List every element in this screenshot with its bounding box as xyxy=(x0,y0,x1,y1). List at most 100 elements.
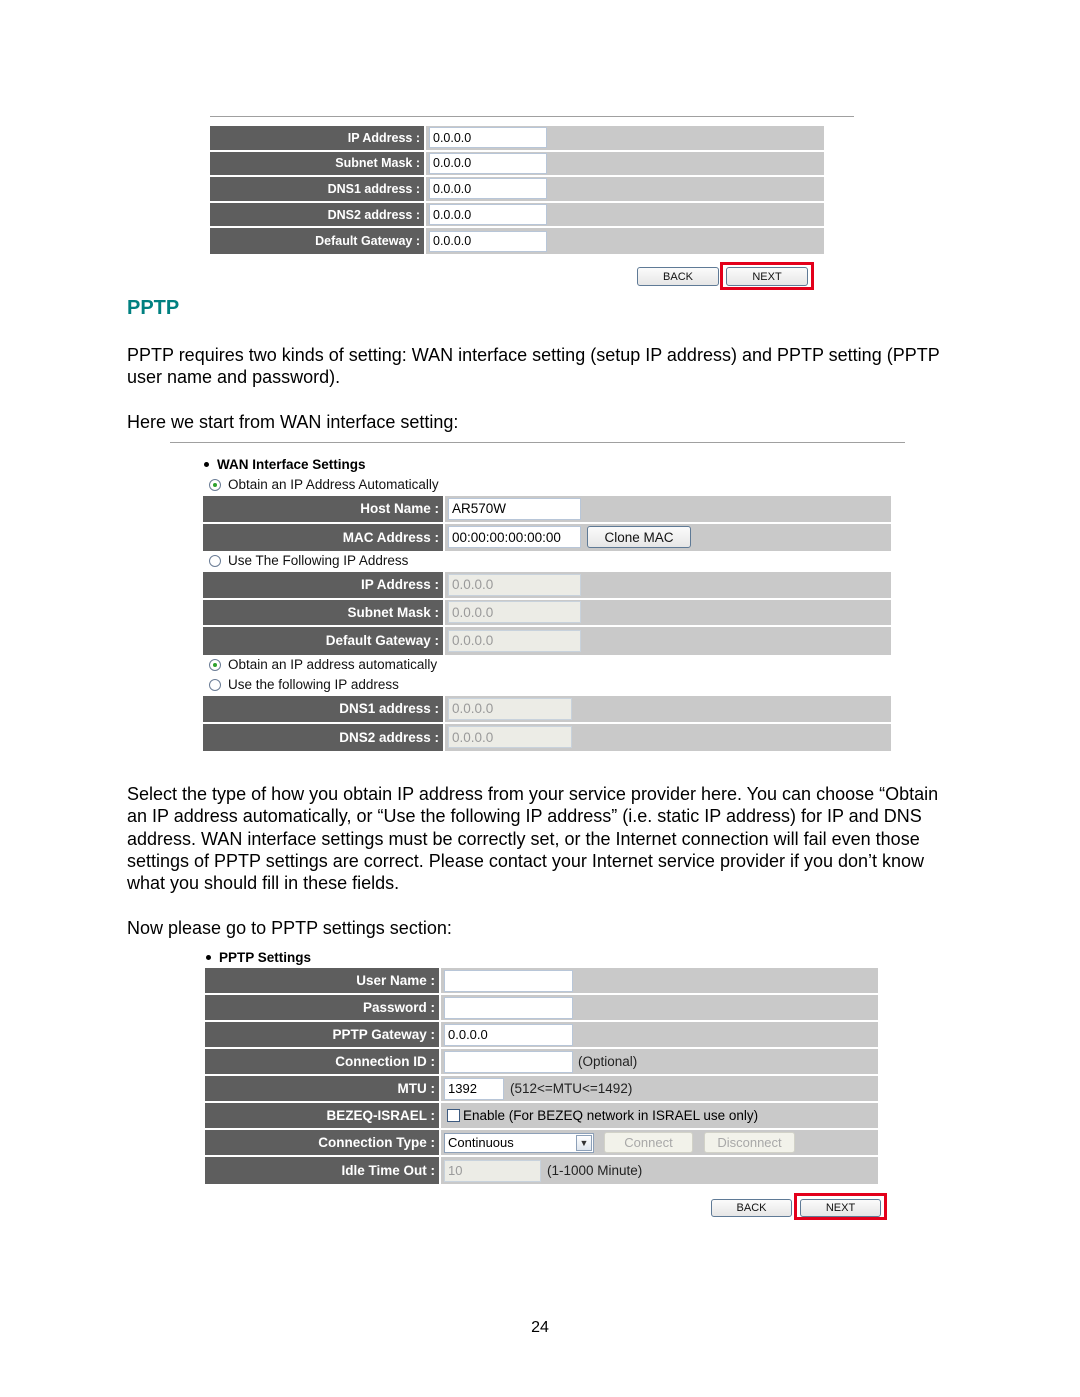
form-row-dns2: DNS2 address : 0.0.0.0 xyxy=(210,202,824,229)
form-row-wan-ip: IP Address : 0.0.0.0 xyxy=(203,572,891,600)
next-button[interactable]: NEXT xyxy=(726,267,808,286)
mtu-input[interactable]: 1392 xyxy=(444,1077,504,1100)
radio-unselected-icon xyxy=(209,678,221,691)
wan-dns2-input[interactable]: 0.0.0.0 xyxy=(448,726,572,749)
connection-type-select[interactable]: Continuous ▼ xyxy=(444,1132,594,1153)
static-ip-form: IP Address : 0.0.0.0 Subnet Mask : 0.0.0… xyxy=(210,126,824,254)
pptp-next-button[interactable]: NEXT xyxy=(800,1199,881,1217)
ip-address-input[interactable]: 0.0.0.0 xyxy=(429,127,547,149)
wan-ip-label: IP Address : xyxy=(203,572,445,598)
explain-paragraph: Select the type of how you obtain IP add… xyxy=(127,784,939,894)
form-row-subnet-mask: Subnet Mask : 0.0.0.0 xyxy=(210,151,824,178)
pptp-go-paragraph: Now please go to PPTP settings section: xyxy=(127,918,452,938)
bezeq-enable-checkbox[interactable] xyxy=(447,1109,460,1122)
form-row-wan-gateway: Default Gateway : 0.0.0.0 xyxy=(203,627,891,655)
wan-static-form: IP Address : 0.0.0.0 Subnet Mask : 0.0.0… xyxy=(203,572,891,655)
radio-dns-static[interactable]: Use the following IP address xyxy=(209,677,399,692)
subnet-mask-label: Subnet Mask : xyxy=(210,151,426,176)
form-row-host-name: Host Name : AR570W xyxy=(203,496,891,524)
mac-address-label: MAC Address : xyxy=(203,523,445,551)
form-row-dns1: DNS1 address : 0.0.0.0 xyxy=(210,177,824,203)
radio-use-following-ip-label: Use The Following IP Address xyxy=(228,553,409,568)
pptp-settings-title: PPTP Settings xyxy=(206,950,311,965)
radio-use-following-ip[interactable]: Use The Following IP Address xyxy=(209,553,408,568)
connection-id-input[interactable] xyxy=(444,1050,573,1073)
dns2-input[interactable]: 0.0.0.0 xyxy=(429,204,547,226)
dns2-label: DNS2 address : xyxy=(210,202,426,227)
wan-settings-title: WAN Interface Settings xyxy=(204,457,366,472)
radio-dns-static-label: Use the following IP address xyxy=(228,677,399,692)
wan-subnet-label: Subnet Mask : xyxy=(203,599,445,625)
wan-gateway-label: Default Gateway : xyxy=(203,627,445,655)
radio-obtain-ip-auto[interactable]: Obtain an IP Address Automatically xyxy=(209,477,439,492)
pptp-back-button[interactable]: BACK xyxy=(711,1199,792,1217)
password-input[interactable] xyxy=(444,996,573,1019)
form-row-default-gateway: Default Gateway : 0.0.0.0 xyxy=(210,228,824,254)
radio-obtain-ip-auto-label: Obtain an IP Address Automatically xyxy=(228,477,439,492)
clone-mac-button[interactable]: Clone MAC xyxy=(587,526,691,549)
wan-start-paragraph: Here we start from WAN interface setting… xyxy=(127,412,459,432)
pptp-gateway-label: PPTP Gateway : xyxy=(205,1022,441,1047)
default-gateway-label: Default Gateway : xyxy=(210,228,426,254)
wan-gateway-input[interactable]: 0.0.0.0 xyxy=(448,629,581,652)
dns1-input[interactable]: 0.0.0.0 xyxy=(429,178,547,200)
form-row-wan-subnet: Subnet Mask : 0.0.0.0 xyxy=(203,599,891,627)
subnet-mask-input[interactable]: 0.0.0.0 xyxy=(429,152,547,174)
idle-timeout-hint: (1-1000 Minute) xyxy=(547,1163,643,1178)
form-row-idle-timeout: Idle Time Out : 10 (1-1000 Minute) xyxy=(205,1157,878,1184)
form-row-user-name: User Name : xyxy=(205,968,878,995)
connection-id-hint: (Optional) xyxy=(578,1054,638,1069)
form-row-connection-type: Connection Type : Continuous ▼ Connect D… xyxy=(205,1130,878,1157)
idle-timeout-input[interactable]: 10 xyxy=(444,1159,541,1182)
disconnect-button[interactable]: Disconnect xyxy=(704,1132,795,1153)
form-row-ip-address: IP Address : 0.0.0.0 xyxy=(210,126,824,152)
radio-selected-icon xyxy=(209,478,221,491)
wan-settings-title-text: WAN Interface Settings xyxy=(217,457,366,472)
chevron-down-icon[interactable]: ▼ xyxy=(576,1134,592,1151)
form-row-pptp-gateway: PPTP Gateway : 0.0.0.0 xyxy=(205,1022,878,1049)
form-row-wan-dns1: DNS1 address : 0.0.0.0 xyxy=(203,696,891,724)
user-name-input[interactable] xyxy=(444,969,573,992)
host-name-label: Host Name : xyxy=(203,496,445,522)
radio-selected-icon xyxy=(209,658,221,671)
bullet-icon xyxy=(206,955,211,960)
bullet-icon xyxy=(204,462,209,467)
wan-dns1-input[interactable]: 0.0.0.0 xyxy=(448,697,572,720)
radio-dns-auto-label: Obtain an IP address automatically xyxy=(228,657,438,672)
pptp-settings-title-text: PPTP Settings xyxy=(219,950,312,965)
mtu-hint: (512<=MTU<=1492) xyxy=(510,1081,633,1096)
mtu-label: MTU : xyxy=(205,1076,441,1101)
connection-type-value: Continuous xyxy=(448,1135,514,1150)
connection-type-label: Connection Type : xyxy=(205,1130,441,1155)
page-number: 24 xyxy=(531,1319,549,1336)
form-row-mac-address: MAC Address : 00:00:00:00:00:00 Clone MA… xyxy=(203,523,891,551)
top-divider xyxy=(210,116,854,117)
connect-button[interactable]: Connect xyxy=(604,1132,693,1153)
user-name-label: User Name : xyxy=(205,968,441,993)
form-row-password: Password : xyxy=(205,995,878,1022)
section-heading: PPTP xyxy=(127,297,180,319)
form-row-wan-dns2: DNS2 address : 0.0.0.0 xyxy=(203,723,891,751)
wan-dns-form: DNS1 address : 0.0.0.0 DNS2 address : 0.… xyxy=(203,696,891,751)
default-gateway-input[interactable]: 0.0.0.0 xyxy=(429,230,547,252)
wan-dns1-label: DNS1 address : xyxy=(203,696,445,722)
wan-dynamic-form: Host Name : AR570W MAC Address : 00:00:0… xyxy=(203,496,891,551)
radio-dns-auto[interactable]: Obtain an IP address automatically xyxy=(209,657,437,672)
bezeq-label: BEZEQ-ISRAEL : xyxy=(205,1103,441,1128)
form-row-connection-id: Connection ID : (Optional) xyxy=(205,1049,878,1076)
wan-divider xyxy=(170,442,905,443)
wan-dns2-label: DNS2 address : xyxy=(203,723,445,751)
form-row-bezeq: BEZEQ-ISRAEL : Enable (For BEZEQ network… xyxy=(205,1103,878,1130)
ip-address-label: IP Address : xyxy=(210,126,426,150)
form-row-mtu: MTU : 1392 (512<=MTU<=1492) xyxy=(205,1076,878,1103)
wan-subnet-input[interactable]: 0.0.0.0 xyxy=(448,601,581,624)
mac-address-input[interactable]: 00:00:00:00:00:00 xyxy=(448,526,581,549)
password-label: Password : xyxy=(205,995,441,1020)
back-button[interactable]: BACK xyxy=(637,267,719,286)
idle-timeout-label: Idle Time Out : xyxy=(205,1157,441,1184)
connection-id-label: Connection ID : xyxy=(205,1049,441,1074)
pptp-form: User Name : Password : PPTP Gateway : 0.… xyxy=(205,968,878,1184)
pptp-gateway-input[interactable]: 0.0.0.0 xyxy=(444,1023,573,1046)
wan-ip-input[interactable]: 0.0.0.0 xyxy=(448,573,581,596)
host-name-input[interactable]: AR570W xyxy=(448,497,581,520)
